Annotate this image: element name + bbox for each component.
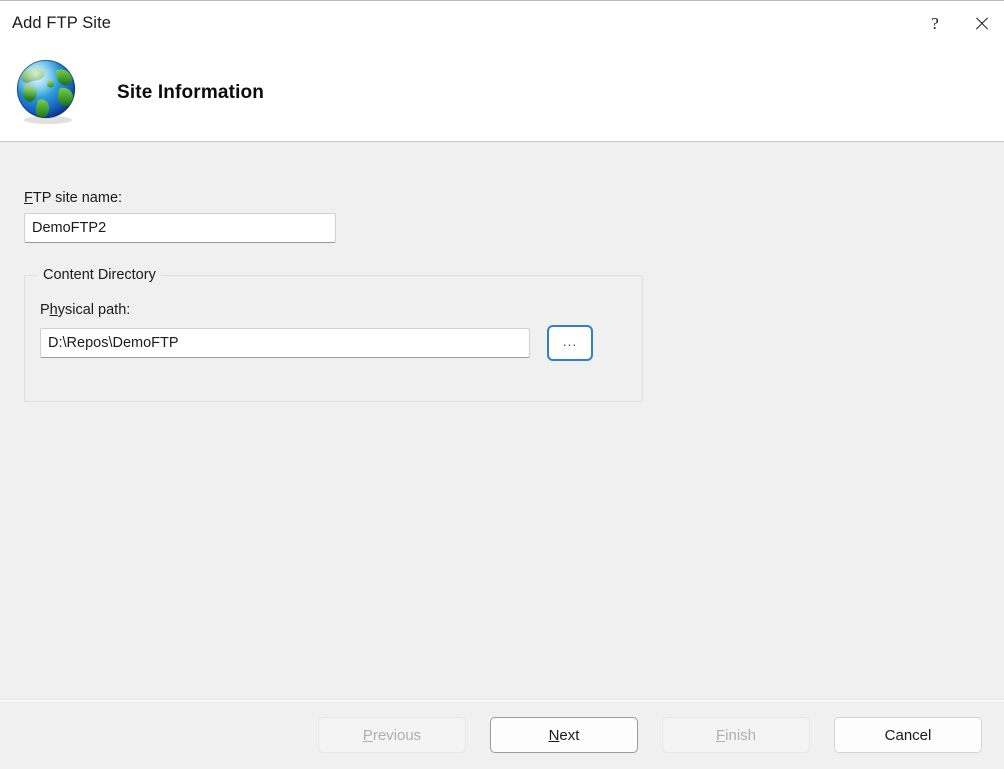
content-directory-inner: Physical path: ... <box>25 276 642 361</box>
window-title: Add FTP Site <box>12 13 112 32</box>
page-title: Site Information <box>117 82 265 103</box>
dialog-header: Site Information <box>0 45 1004 142</box>
close-button[interactable] <box>958 1 1004 45</box>
previous-button[interactable]: Previous <box>318 717 466 753</box>
ellipsis-icon: ... <box>562 332 578 349</box>
physical-path-label: Physical path: <box>40 302 642 318</box>
add-ftp-site-dialog: Add FTP Site ? Site Information FTP site… <box>0 0 1004 769</box>
question-mark-icon: ? <box>931 13 939 33</box>
title-bar: Add FTP Site ? <box>0 1 1004 45</box>
finish-button-accel: F <box>715 726 726 744</box>
ftp-site-name-accel: F <box>24 190 33 206</box>
dialog-body: FTP site name: Content Directory Physica… <box>0 142 1004 700</box>
ftp-site-name-label-text: TP site name: <box>32 190 123 206</box>
previous-button-label: revious <box>372 726 422 744</box>
content-directory-group: Content Directory Physical path: ... <box>24 267 643 402</box>
cancel-button-prefix: Cancel <box>884 726 932 744</box>
content-directory-legend: Content Directory <box>37 267 162 283</box>
physical-path-input[interactable] <box>40 328 530 358</box>
browse-folder-button[interactable]: ... <box>547 325 593 361</box>
help-button[interactable]: ? <box>912 1 958 45</box>
physical-path-accel: h <box>49 302 58 318</box>
next-button-label: ext <box>559 726 580 744</box>
previous-button-accel: P <box>362 726 373 744</box>
close-icon <box>974 16 989 31</box>
next-button-accel: N <box>548 726 560 744</box>
ftp-site-name-input[interactable] <box>24 213 336 243</box>
ftp-site-name-label: FTP site name: <box>24 190 1004 206</box>
physical-path-row: ... <box>40 325 642 361</box>
finish-button[interactable]: Finish <box>662 717 810 753</box>
next-button[interactable]: Next <box>490 717 638 753</box>
dialog-footer: Previous Next Finish Cancel <box>0 700 1004 769</box>
cancel-button[interactable]: Cancel <box>834 717 982 753</box>
globe-icon <box>12 56 82 126</box>
physical-path-label-prefix: P <box>40 302 50 318</box>
title-bar-buttons: ? <box>912 1 1004 45</box>
physical-path-label-text: ysical path: <box>57 302 131 318</box>
finish-button-label: inish <box>725 726 757 744</box>
